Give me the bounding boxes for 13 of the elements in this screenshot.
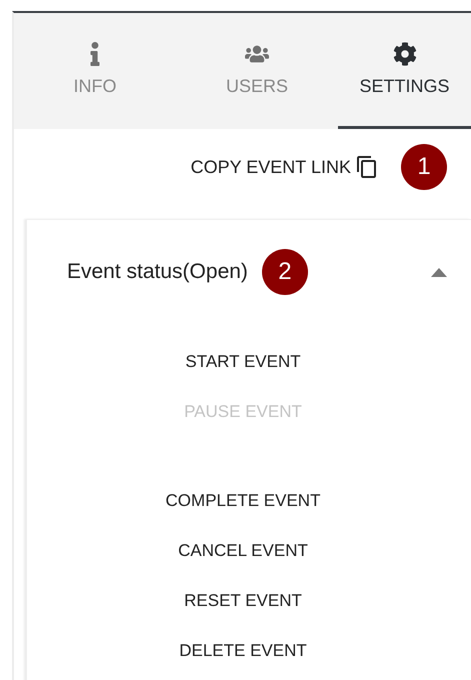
tab[interactable]: SETTINGS [338,13,471,129]
copy-icon [355,155,379,179]
action-button[interactable]: CANCEL EVENT [178,535,308,566]
marker-badge: 2 [262,249,308,295]
action-button[interactable]: DELETE EVENT [179,635,307,666]
settings-icon [392,42,416,66]
action-button[interactable]: START EVENT [185,346,301,377]
panel-title: Event status(Open) [67,260,248,284]
copy-link-button[interactable]: COPY EVENT LINK [190,155,379,179]
caret-icon[interactable] [431,268,447,276]
action-button[interactable]: COMPLETE EVENT [166,485,320,516]
marker-badge: 1 [401,144,447,190]
action-button[interactable]: RESET EVENT [184,585,302,616]
